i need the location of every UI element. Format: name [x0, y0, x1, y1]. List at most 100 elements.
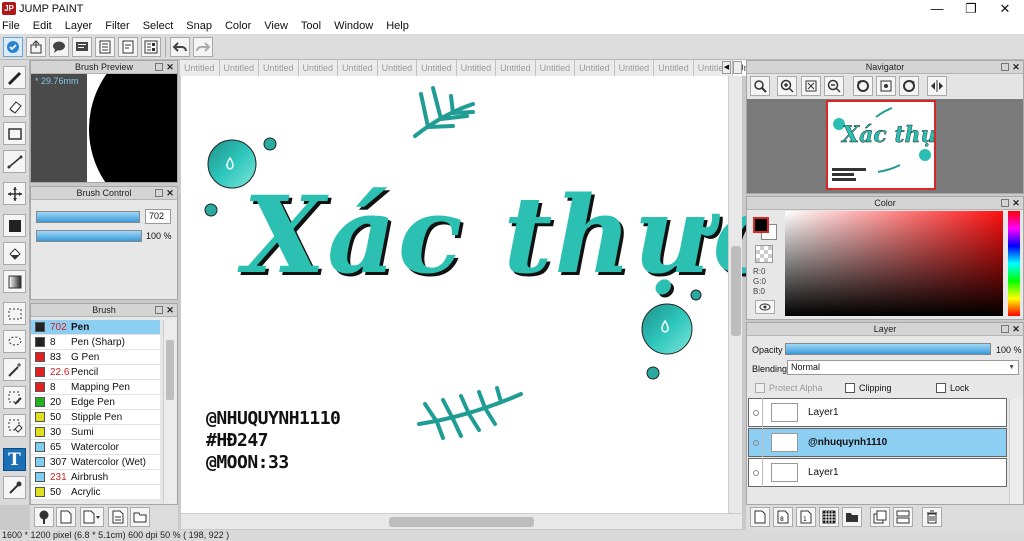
color-saturation-picker[interactable]	[785, 211, 1003, 316]
maximize-button[interactable]: ❐	[954, 0, 988, 17]
rotate-left-icon[interactable]	[853, 76, 873, 96]
document-tab[interactable]: Untitled	[259, 60, 299, 76]
menu-window[interactable]: Window	[334, 20, 373, 32]
document-tab[interactable]: Untitled	[298, 60, 339, 76]
close-button[interactable]: ✕	[988, 0, 1022, 17]
zoom-icon[interactable]	[750, 76, 770, 96]
tabs-menu-icon[interactable]	[733, 61, 742, 74]
reset-rotation-icon[interactable]	[876, 76, 896, 96]
zoom-in-icon[interactable]	[777, 76, 797, 96]
brush-item[interactable]: 8 Pen (Sharp)	[31, 335, 160, 350]
message-icon[interactable]	[72, 36, 92, 57]
brush-size-input[interactable]: 702	[145, 209, 171, 224]
document-tab[interactable]: Untitled	[614, 60, 655, 76]
menu-tool[interactable]: Tool	[301, 20, 321, 32]
document-icon[interactable]	[118, 36, 138, 57]
layer-folder-icon[interactable]	[842, 507, 862, 527]
line-tool-icon[interactable]	[3, 150, 26, 173]
brush-item[interactable]: 83 G Pen	[31, 350, 160, 365]
undo-icon[interactable]	[170, 36, 190, 57]
document-tab[interactable]: Untitled	[456, 60, 497, 76]
foreground-color-swatch[interactable]	[753, 217, 769, 233]
document-tab[interactable]: Untitled	[575, 60, 615, 76]
navigator-view[interactable]: Xác thực	[747, 99, 1023, 193]
redo-icon[interactable]	[193, 36, 213, 57]
new-brush-icon[interactable]	[56, 507, 76, 527]
layer-row[interactable]: @nhuquynh1110	[748, 428, 1007, 457]
scroll-thumb[interactable]	[166, 340, 174, 400]
brush-item[interactable]: 22.6 Pencil	[31, 365, 160, 380]
select-pen-tool-icon[interactable]	[3, 386, 26, 409]
new-layer-1bit-icon[interactable]: 1	[796, 507, 816, 527]
float-panel-icon[interactable]	[155, 63, 163, 71]
document-tab[interactable]: Untitled	[377, 60, 418, 76]
transparent-color-swatch[interactable]	[755, 245, 773, 263]
scroll-thumb[interactable]	[389, 517, 534, 527]
canvas-horizontal-scrollbar[interactable]	[181, 513, 742, 529]
rotate-right-icon[interactable]	[899, 76, 919, 96]
new-layer-8bit-icon[interactable]: 8	[773, 507, 793, 527]
layer-opacity-slider[interactable]	[785, 343, 991, 355]
protect-alpha-checkbox[interactable]	[755, 383, 765, 393]
close-panel-icon[interactable]: ✕	[1011, 198, 1021, 208]
tabs-scroll-left-icon[interactable]: ◀	[722, 61, 731, 74]
layer-list-scrollbar[interactable]	[1009, 399, 1022, 504]
brush-item[interactable]: 20 Edge Pen	[31, 395, 160, 410]
duplicate-layer-icon[interactable]	[870, 507, 890, 527]
export-icon[interactable]	[26, 36, 46, 57]
fit-window-icon[interactable]	[801, 76, 821, 96]
layer-row[interactable]: Layer1	[748, 398, 1007, 427]
new-layer-icon[interactable]	[750, 507, 770, 527]
text-tool-icon[interactable]: T	[3, 448, 26, 471]
float-panel-icon[interactable]	[1001, 199, 1009, 207]
brush-item[interactable]: 702 Pen	[31, 320, 160, 335]
menu-filter[interactable]: Filter	[105, 20, 129, 32]
lasso-tool-icon[interactable]	[3, 330, 26, 353]
menu-help[interactable]: Help	[386, 20, 409, 32]
gradient-tool-icon[interactable]	[3, 270, 26, 293]
navigator-thumbnail[interactable]: Xác thực	[826, 100, 951, 190]
brush-opacity-slider[interactable]	[36, 230, 142, 242]
comment-icon[interactable]	[49, 36, 69, 57]
close-panel-icon[interactable]: ✕	[165, 305, 175, 315]
zoom-out-icon[interactable]	[824, 76, 844, 96]
color-eye-icon[interactable]	[755, 300, 775, 314]
flip-horizontal-icon[interactable]	[927, 76, 947, 96]
page-icon[interactable]	[95, 36, 115, 57]
document-tab[interactable]: Untitled	[535, 60, 576, 76]
brush-item[interactable]: 50 Stipple Pen	[31, 410, 160, 425]
brush-item[interactable]: 65 Watercolor	[31, 440, 160, 455]
float-panel-icon[interactable]	[155, 189, 163, 197]
float-panel-icon[interactable]	[1001, 325, 1009, 333]
blending-select[interactable]: Normal ▼	[787, 360, 1019, 375]
scroll-thumb[interactable]	[731, 246, 741, 336]
select-eraser-tool-icon[interactable]	[3, 414, 26, 437]
hue-slider[interactable]	[1008, 211, 1020, 316]
check-icon[interactable]	[3, 36, 23, 57]
merge-layer-icon[interactable]	[893, 507, 913, 527]
canvas-vertical-scrollbar[interactable]	[728, 76, 742, 513]
menu-file[interactable]: File	[2, 20, 20, 32]
minimize-button[interactable]: —	[920, 0, 954, 17]
select-rect-tool-icon[interactable]	[3, 302, 26, 325]
brush-item[interactable]: 30 Sumi	[31, 425, 160, 440]
brush-folder-icon[interactable]	[130, 507, 150, 527]
layer-visibility-icon[interactable]	[749, 398, 763, 427]
move-tool-icon[interactable]	[3, 182, 26, 205]
brush-item[interactable]: 50 Acrylic	[31, 485, 160, 500]
pen-tool-icon[interactable]	[3, 66, 26, 89]
document-tab[interactable]: Untitled	[654, 60, 694, 76]
menu-color[interactable]: Color	[225, 20, 251, 32]
close-panel-icon[interactable]: ✕	[1011, 324, 1021, 334]
brush-properties-icon[interactable]	[108, 507, 128, 527]
brush-size-slider[interactable]	[36, 211, 140, 223]
menu-snap[interactable]: Snap	[186, 20, 212, 32]
brush-tree-icon[interactable]	[34, 507, 54, 527]
close-panel-icon[interactable]: ✕	[1011, 62, 1021, 72]
delete-layer-icon[interactable]	[922, 507, 942, 527]
float-panel-icon[interactable]	[1001, 63, 1009, 71]
magic-wand-tool-icon[interactable]	[3, 358, 26, 381]
float-panel-icon[interactable]	[155, 306, 163, 314]
brush-item[interactable]: 307 Watercolor (Wet)	[31, 455, 160, 470]
close-panel-icon[interactable]: ✕	[165, 62, 175, 72]
